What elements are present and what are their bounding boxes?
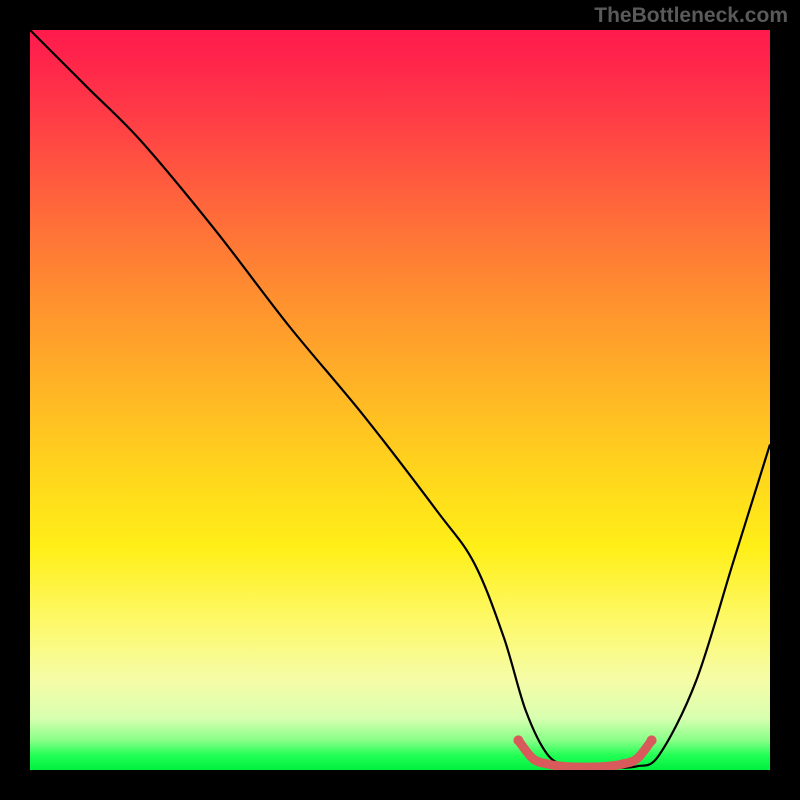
plot-area bbox=[30, 30, 770, 770]
chart-svg bbox=[30, 30, 770, 770]
bottleneck-curve-path bbox=[30, 30, 770, 768]
highlight-dot-start bbox=[513, 735, 523, 745]
watermark-text: TheBottleneck.com bbox=[594, 4, 788, 28]
highlight-dot-end bbox=[647, 735, 657, 745]
highlight-segment-path bbox=[518, 740, 651, 767]
